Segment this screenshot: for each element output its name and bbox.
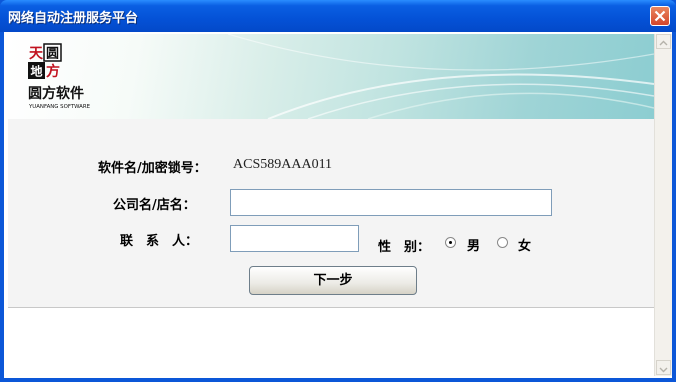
scroll-up-button[interactable] (656, 34, 671, 49)
software-label: 软件名/加密锁号： (98, 161, 207, 176)
close-icon (654, 10, 666, 22)
title-bar[interactable]: 网络自动注册服务平台 (0, 0, 676, 32)
gender-male-radio[interactable] (445, 237, 456, 248)
company-label: 公司名/店名： (113, 198, 196, 213)
svg-text:方: 方 (46, 63, 60, 80)
gender-female-label: 女 (518, 239, 532, 254)
chevron-up-icon (659, 40, 668, 46)
contact-label: 联 系 人： (120, 234, 199, 249)
software-value: ACS589AAA011 (233, 157, 333, 172)
next-step-button[interactable]: 下一步 (249, 266, 417, 295)
contact-input[interactable] (230, 225, 359, 252)
gender-label: 性 别： (378, 240, 431, 255)
svg-text:圆方软件: 圆方软件 (28, 85, 84, 102)
app-window: 网络自动注册服务平台 圆 天 地 方 圆方软件 YUANFANG SOFTWAR… (0, 0, 676, 382)
registration-form: 软件名/加密锁号： ACS589AAA011 公司名/店名： 联 系 人： 性 … (8, 119, 654, 308)
gender-female-radio[interactable] (497, 237, 508, 248)
header-banner: 圆 天 地 方 圆方软件 YUANFANG SOFTWARE (8, 34, 654, 119)
company-logo: 圆 天 地 方 圆方软件 YUANFANG SOFTWARE (28, 42, 98, 112)
banner-waves (227, 34, 654, 119)
content-area: 圆 天 地 方 圆方软件 YUANFANG SOFTWARE 软件名/加密锁号：… (8, 34, 654, 376)
svg-text:天: 天 (29, 46, 44, 62)
vertical-scrollbar[interactable] (654, 34, 672, 376)
chevron-down-icon (659, 367, 668, 373)
company-input[interactable] (230, 189, 552, 216)
gender-male-label: 男 (467, 239, 481, 254)
scroll-down-button[interactable] (656, 360, 671, 375)
client-area: 圆 天 地 方 圆方软件 YUANFANG SOFTWARE 软件名/加密锁号：… (4, 32, 672, 378)
svg-text:地: 地 (30, 64, 42, 79)
svg-text:圆: 圆 (46, 47, 59, 62)
svg-text:YUANFANG SOFTWARE: YUANFANG SOFTWARE (28, 104, 91, 110)
window-title: 网络自动注册服务平台 (8, 11, 139, 26)
close-button[interactable] (650, 6, 670, 26)
